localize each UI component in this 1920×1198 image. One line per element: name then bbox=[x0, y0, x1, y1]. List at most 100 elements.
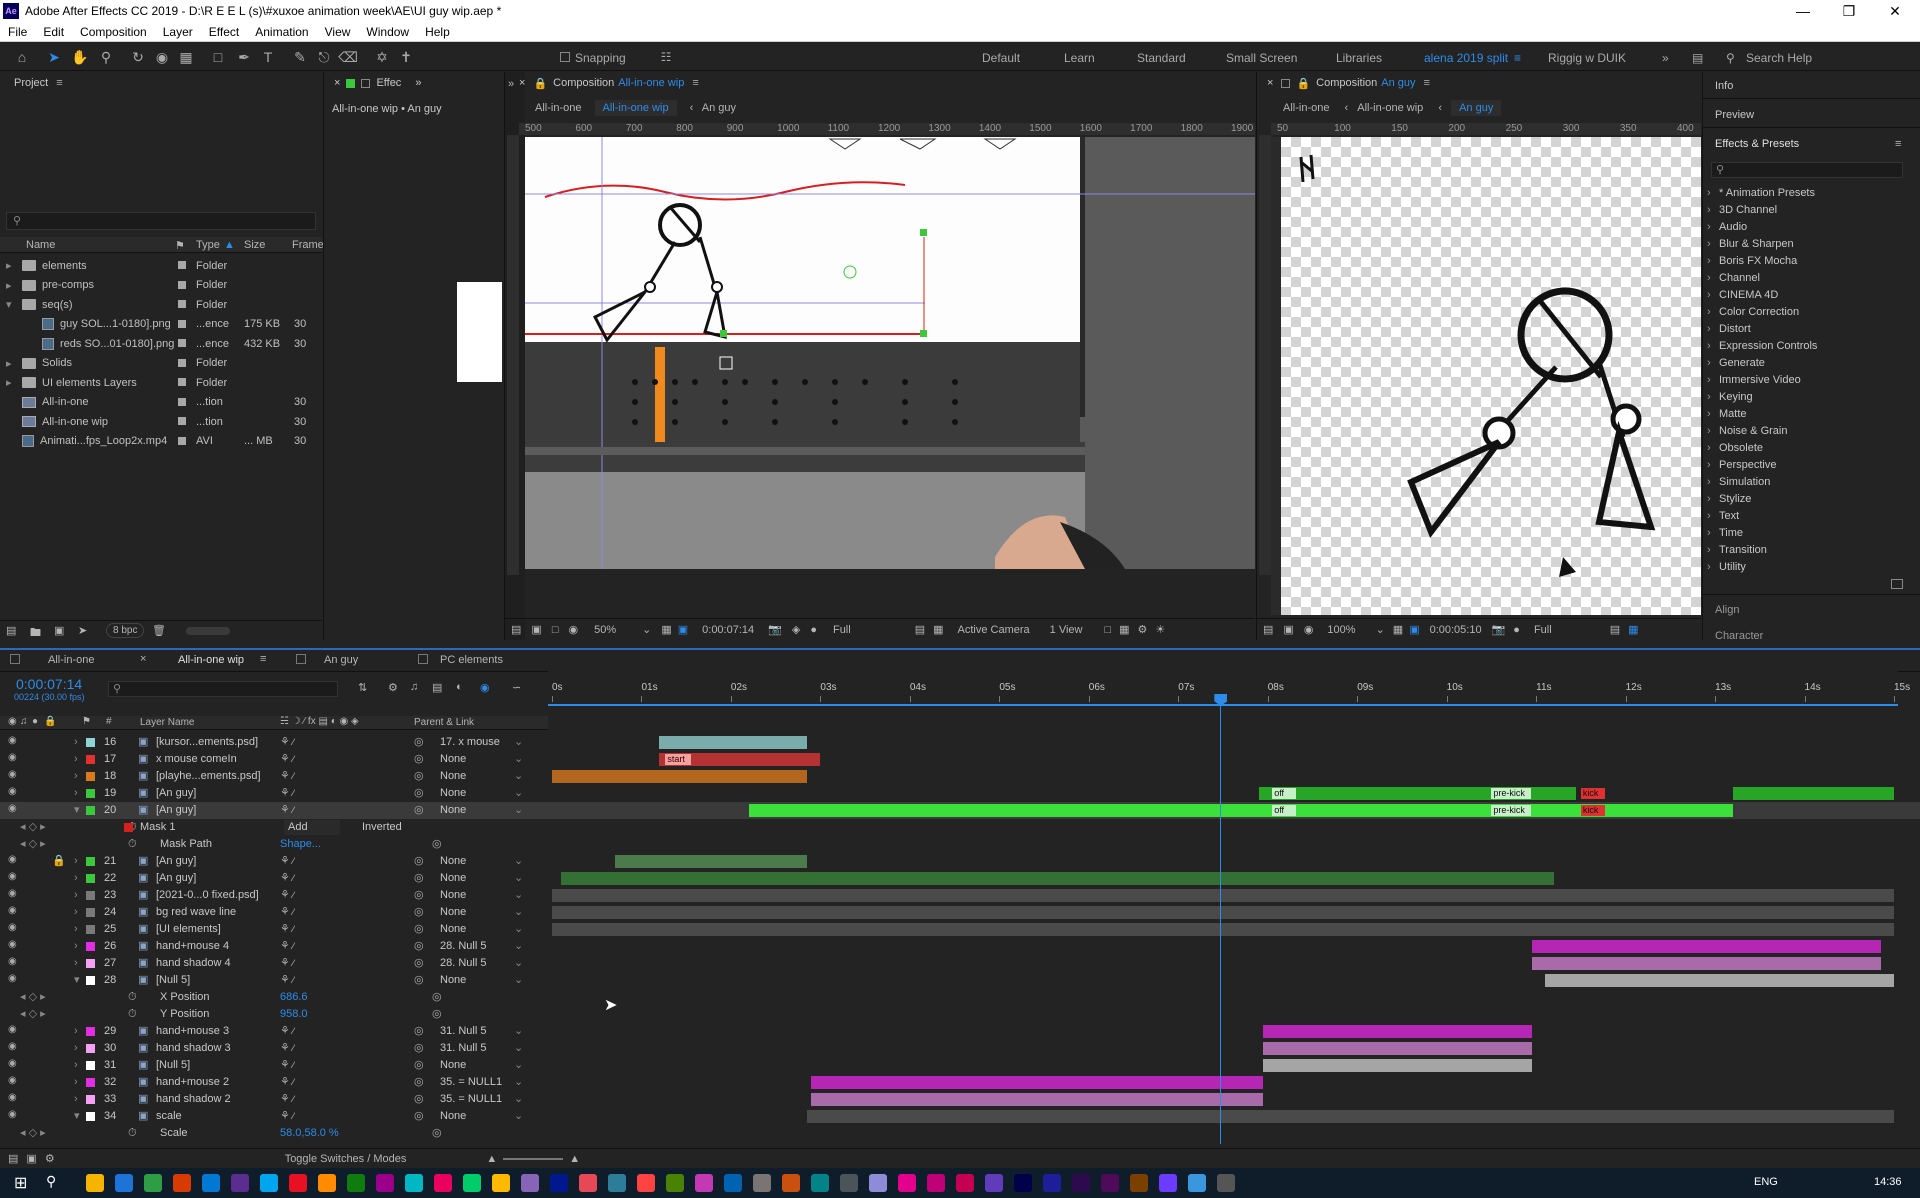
flowchart-icon[interactable]: ⚙ bbox=[1138, 623, 1148, 636]
effects-category-item[interactable]: › Utility bbox=[1703, 558, 1898, 575]
menu-layer[interactable]: Layer bbox=[155, 25, 201, 39]
label-color-swatch[interactable] bbox=[86, 772, 95, 781]
timeline-timecode[interactable]: 0:00:07:14 bbox=[16, 676, 82, 692]
effects-category-item[interactable]: › CINEMA 4D bbox=[1703, 286, 1898, 303]
switch-icons[interactable]: ⚘ ∕ bbox=[280, 854, 295, 869]
timeline-search-input[interactable]: ⚲ bbox=[108, 681, 338, 697]
lock-panel-icon[interactable] bbox=[361, 78, 371, 88]
col-type[interactable]: Type bbox=[196, 239, 220, 251]
effect-controls-tab[interactable]: Effec bbox=[376, 77, 401, 89]
taskbar-app-icon[interactable] bbox=[1043, 1174, 1061, 1192]
effects-presets-title[interactable]: Effects & Presets bbox=[1715, 138, 1799, 150]
taskbar-app-icon[interactable] bbox=[492, 1174, 510, 1192]
composition-mini-flowchart-icon[interactable]: ⇅ bbox=[358, 681, 367, 694]
viewer-timecode[interactable]: 0:00:05:10 bbox=[1430, 624, 1482, 636]
taskbar-app-icon[interactable] bbox=[173, 1174, 191, 1192]
pen-tool-icon[interactable]: ✒ bbox=[234, 47, 254, 67]
property-value[interactable]: Shape... bbox=[280, 837, 321, 852]
project-item-row[interactable]: ▸ UI elements Layers Folder bbox=[0, 373, 322, 392]
effects-category-item[interactable]: › Time bbox=[1703, 524, 1898, 541]
taskbar-app-icon[interactable] bbox=[695, 1174, 713, 1192]
timeline-property-row[interactable]: ⏱ X Position 686.6 ◎ ◂ ◇ ▸ bbox=[0, 989, 1920, 1006]
snap-options-icon[interactable]: ☷ bbox=[656, 47, 676, 67]
visibility-eye-icon[interactable]: ◉ bbox=[8, 888, 17, 899]
pickwhip-icon[interactable]: ◎ bbox=[414, 1092, 424, 1107]
taskbar-app-icon[interactable] bbox=[231, 1174, 249, 1192]
effects-category-item[interactable]: › Obsolete bbox=[1703, 439, 1898, 456]
project-panel-title[interactable]: Project bbox=[14, 77, 48, 89]
taskbar-app-icon[interactable] bbox=[724, 1174, 742, 1192]
taskbar-app-icon[interactable] bbox=[347, 1174, 365, 1192]
timeline-layer-row[interactable]: ◉ ▾ 34 ▣ scale ⚘ ∕ ◎ None ⌄ bbox=[0, 1108, 1920, 1125]
label-color-swatch[interactable] bbox=[86, 755, 95, 764]
lock-icon[interactable]: 🔒 bbox=[1296, 77, 1310, 90]
current-time-indicator[interactable] bbox=[1214, 694, 1228, 1144]
stopwatch-icon[interactable]: ⏱ bbox=[128, 990, 137, 1005]
taskbar-clock[interactable]: 14:36 bbox=[1874, 1176, 1902, 1188]
taskbar-app-icon[interactable] bbox=[666, 1174, 684, 1192]
search-icon[interactable]: ⚲ bbox=[46, 1173, 56, 1190]
keyframe-navigator-icon[interactable]: ◂ ◇ ▸ bbox=[20, 990, 46, 1005]
search-help-field[interactable]: Search Help bbox=[1746, 51, 1812, 65]
taskbar-app-icon[interactable] bbox=[1130, 1174, 1148, 1192]
taskbar-app-icon[interactable] bbox=[1072, 1174, 1090, 1192]
twirl-icon[interactable]: ▾ bbox=[74, 1109, 80, 1124]
resolution-dropdown[interactable]: Full bbox=[1534, 624, 1552, 636]
taskbar-app-icon[interactable] bbox=[434, 1174, 452, 1192]
parent-dropdown[interactable]: 31. Null 5 bbox=[440, 1041, 518, 1056]
close-tab-icon[interactable]: × bbox=[519, 77, 525, 89]
tab-lock-icon[interactable] bbox=[418, 654, 428, 664]
pickwhip-icon[interactable]: ◎ bbox=[414, 922, 424, 937]
crumb-all-in-one[interactable]: All-in-one bbox=[1283, 102, 1329, 114]
pickwhip-icon[interactable]: ◎ bbox=[414, 956, 424, 971]
label-color-swatch[interactable] bbox=[86, 925, 95, 934]
effects-category-item[interactable]: › Distort bbox=[1703, 320, 1898, 337]
comp-tab-name[interactable]: All-in-one wip bbox=[618, 77, 684, 89]
puppet-pin-tool-icon[interactable]: ✝ bbox=[396, 47, 416, 67]
visibility-eye-icon[interactable]: ◉ bbox=[8, 956, 17, 967]
effects-category-item[interactable]: › Boris FX Mocha bbox=[1703, 252, 1898, 269]
workspace-standard[interactable]: Standard bbox=[1137, 51, 1186, 65]
timeline-layer-row[interactable]: ◉ › 22 ▣ [An guy] ⚘ ∕ ◎ None ⌄ bbox=[0, 870, 1920, 887]
twirl-icon[interactable]: › bbox=[74, 939, 78, 954]
taskbar-app-icon[interactable] bbox=[260, 1174, 278, 1192]
parent-dropdown[interactable]: None bbox=[440, 922, 518, 937]
roto-brush-tool-icon[interactable]: ✡ bbox=[372, 47, 392, 67]
lock-panel-icon[interactable] bbox=[1281, 78, 1291, 88]
fast-previews-icon[interactable]: ▤ bbox=[1610, 623, 1620, 636]
tab-pc-elements[interactable]: PC elements bbox=[440, 654, 503, 666]
switch-icons[interactable]: ⚘ ∕ bbox=[280, 956, 295, 971]
parent-dropdown[interactable]: 28. Null 5 bbox=[440, 939, 518, 954]
taskbar-app-icon[interactable] bbox=[550, 1174, 568, 1192]
switch-icons[interactable]: ⚘ ∕ bbox=[280, 871, 295, 886]
keyframe-navigator-icon[interactable]: ◂ ◇ ▸ bbox=[20, 820, 46, 835]
mask-mode-dropdown[interactable]: Add bbox=[284, 820, 340, 835]
project-search-input[interactable]: ⚲ bbox=[6, 212, 316, 230]
crumb-an-guy[interactable]: An guy bbox=[1451, 100, 1502, 116]
layer-duration-bar[interactable] bbox=[1263, 1042, 1532, 1055]
property-value[interactable]: 58.0,58.0 % bbox=[280, 1126, 339, 1138]
timeline-layer-row[interactable]: ◉ 🔒 › 21 ▣ [An guy] ⚘ ∕ ◎ None ⌄ bbox=[0, 853, 1920, 870]
chevron-down-icon[interactable]: ⌄ bbox=[514, 939, 523, 954]
restore-button[interactable]: ❐ bbox=[1826, 0, 1872, 22]
timeline-layer-row[interactable]: ◉ › 17 ▣ x mouse comeIn ⚘ ∕ ◎ None ⌄ start bbox=[0, 751, 1920, 768]
fit-icon[interactable]: ▦ bbox=[1393, 623, 1403, 636]
taskbar-app-icon[interactable] bbox=[1159, 1174, 1177, 1192]
taskbar-app-icon[interactable] bbox=[840, 1174, 858, 1192]
label-color-swatch[interactable] bbox=[86, 789, 95, 798]
layer-duration-bar[interactable] bbox=[1732, 787, 1894, 800]
parent-dropdown[interactable]: 28. Null 5 bbox=[440, 956, 518, 971]
chevron-down-icon[interactable]: ⌄ bbox=[642, 623, 651, 636]
stopwatch-icon[interactable]: ⏱ bbox=[128, 1007, 137, 1022]
pickwhip-icon[interactable]: ◎ bbox=[414, 939, 424, 954]
home-icon[interactable]: ⌂ bbox=[12, 47, 32, 67]
project-item-row[interactable]: ▸ Solids Folder bbox=[0, 354, 322, 373]
parent-dropdown[interactable]: None bbox=[440, 905, 518, 920]
more-workspaces-icon[interactable]: » bbox=[1662, 51, 1669, 65]
timeline-property-row[interactable]: ⏱ Y Position 958.0 ◎ ◂ ◇ ▸ bbox=[0, 1006, 1920, 1023]
parent-dropdown[interactable]: None bbox=[440, 871, 518, 886]
taskbar-app-icon[interactable] bbox=[1014, 1174, 1032, 1192]
label-color-swatch[interactable] bbox=[86, 1061, 95, 1070]
timeline-property-row[interactable]: ⏱Mask 1AddInverted◂ ◇ ▸ bbox=[0, 819, 1920, 836]
taskbar-app-icon[interactable] bbox=[144, 1174, 162, 1192]
